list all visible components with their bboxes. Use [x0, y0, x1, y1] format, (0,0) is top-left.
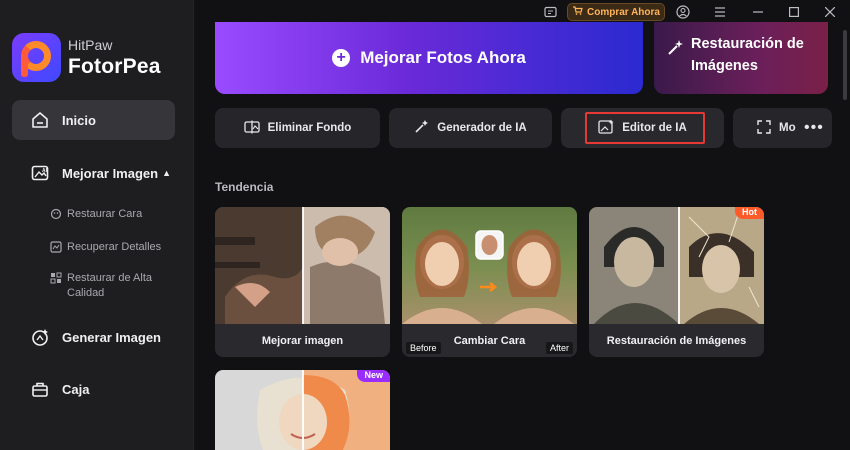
enhance-photos-label: Mejorar Fotos Ahora — [360, 48, 526, 67]
tool-label: Generador de IA — [437, 122, 527, 134]
card-caption: Restauración de Imágenes — [606, 334, 747, 347]
high-quality-icon — [50, 272, 62, 284]
card-image — [589, 207, 764, 324]
sidebar-item-caja[interactable]: Caja — [12, 369, 175, 409]
generate-image-icon — [30, 327, 50, 347]
menu-icon[interactable] — [711, 3, 729, 21]
card-caption: Mejorar imagen — [261, 334, 344, 347]
sidebar-subitem-label: Recuperar Detalles — [67, 241, 162, 253]
hot-badge: Hot — [735, 207, 764, 219]
feedback-icon[interactable] — [541, 3, 559, 21]
sidebar-item-label: Inicio — [62, 112, 96, 128]
card-new[interactable]: New — [215, 370, 390, 450]
account-icon[interactable] — [674, 3, 692, 21]
scrollbar[interactable] — [843, 30, 847, 100]
sidebar-item-generar-imagen[interactable]: Generar Imagen — [12, 317, 175, 357]
highlight-box — [585, 112, 705, 144]
new-badge: New — [357, 370, 390, 382]
magic-wand-icon — [666, 39, 684, 62]
minimize-icon[interactable] — [749, 3, 767, 21]
brand-company: HitPaw — [68, 37, 113, 53]
app-logo — [12, 33, 61, 82]
enhance-photos-banner[interactable]: + Mejorar Fotos Ahora — [215, 22, 643, 94]
ai-generator-button[interactable]: Generador de IA — [389, 108, 552, 148]
home-icon — [30, 110, 50, 130]
sidebar-subitem-restaurar-cara[interactable]: Restaurar Cara — [50, 207, 142, 222]
close-icon[interactable] — [821, 3, 839, 21]
card-cambiar-cara[interactable]: Before After Cambiar Cara — [402, 207, 577, 357]
tool-label: Eliminar Fondo — [267, 122, 352, 134]
sidebar-item-label: Caja — [62, 381, 90, 397]
sidebar-subitem-recuperar-detalles[interactable]: Recuperar Detalles — [50, 240, 161, 255]
caret-up-icon: ▲ — [162, 168, 172, 178]
svg-text:AI: AI — [42, 168, 48, 174]
ai-wand-icon — [414, 119, 429, 137]
section-title: Tendencia — [215, 180, 274, 194]
sidebar-subitem-label: Restaurar de Alta Calidad — [67, 272, 152, 299]
card-image — [402, 207, 577, 324]
buy-now-button[interactable]: Comprar Ahora — [567, 3, 665, 21]
more-options-icon[interactable]: ••• — [804, 119, 824, 137]
compare-divider — [302, 370, 304, 450]
sidebar-subitem-label: Restaurar Cara — [67, 208, 143, 220]
app-window: HitPaw FotorPea Inicio AI Mejorar Imagen… — [0, 0, 850, 450]
compare-divider — [302, 207, 304, 324]
tool-label: Mo — [779, 122, 796, 134]
sidebar: HitPaw FotorPea Inicio AI Mejorar Imagen… — [0, 0, 194, 450]
image-restoration-label: Restauración de Imágenes — [691, 36, 804, 74]
brand-product: FotorPea — [68, 55, 161, 78]
toolbox-icon — [30, 379, 50, 399]
image-restoration-banner[interactable]: Restauración de Imágenes — [654, 22, 828, 94]
sidebar-item-inicio[interactable]: Inicio — [12, 100, 175, 140]
cart-icon — [572, 5, 583, 19]
sidebar-item-label: Mejorar Imagen — [62, 165, 159, 181]
sidebar-subitem-restaurar-alta-calidad[interactable]: Restaurar de Alta Calidad — [50, 271, 160, 301]
enhance-image-icon: AI — [30, 163, 50, 183]
card-restauracion[interactable]: Hot Restauración de Imágenes — [589, 207, 764, 357]
buy-now-label: Comprar Ahora — [587, 6, 660, 18]
plus-icon: + — [332, 49, 351, 67]
sidebar-item-mejorar-imagen[interactable]: AI Mejorar Imagen ▲ — [12, 153, 175, 193]
compare-divider — [678, 207, 680, 324]
expand-icon — [757, 119, 771, 137]
card-mejorar-imagen[interactable]: Mejorar imagen — [215, 207, 390, 357]
sidebar-item-label: Generar Imagen — [62, 329, 161, 345]
details-icon — [50, 241, 62, 253]
remove-background-icon — [243, 120, 260, 137]
face-restore-icon — [50, 208, 62, 220]
remove-background-button[interactable]: Eliminar Fondo — [215, 108, 380, 148]
card-caption: Cambiar Cara — [453, 334, 526, 347]
maximize-icon[interactable] — [785, 3, 803, 21]
